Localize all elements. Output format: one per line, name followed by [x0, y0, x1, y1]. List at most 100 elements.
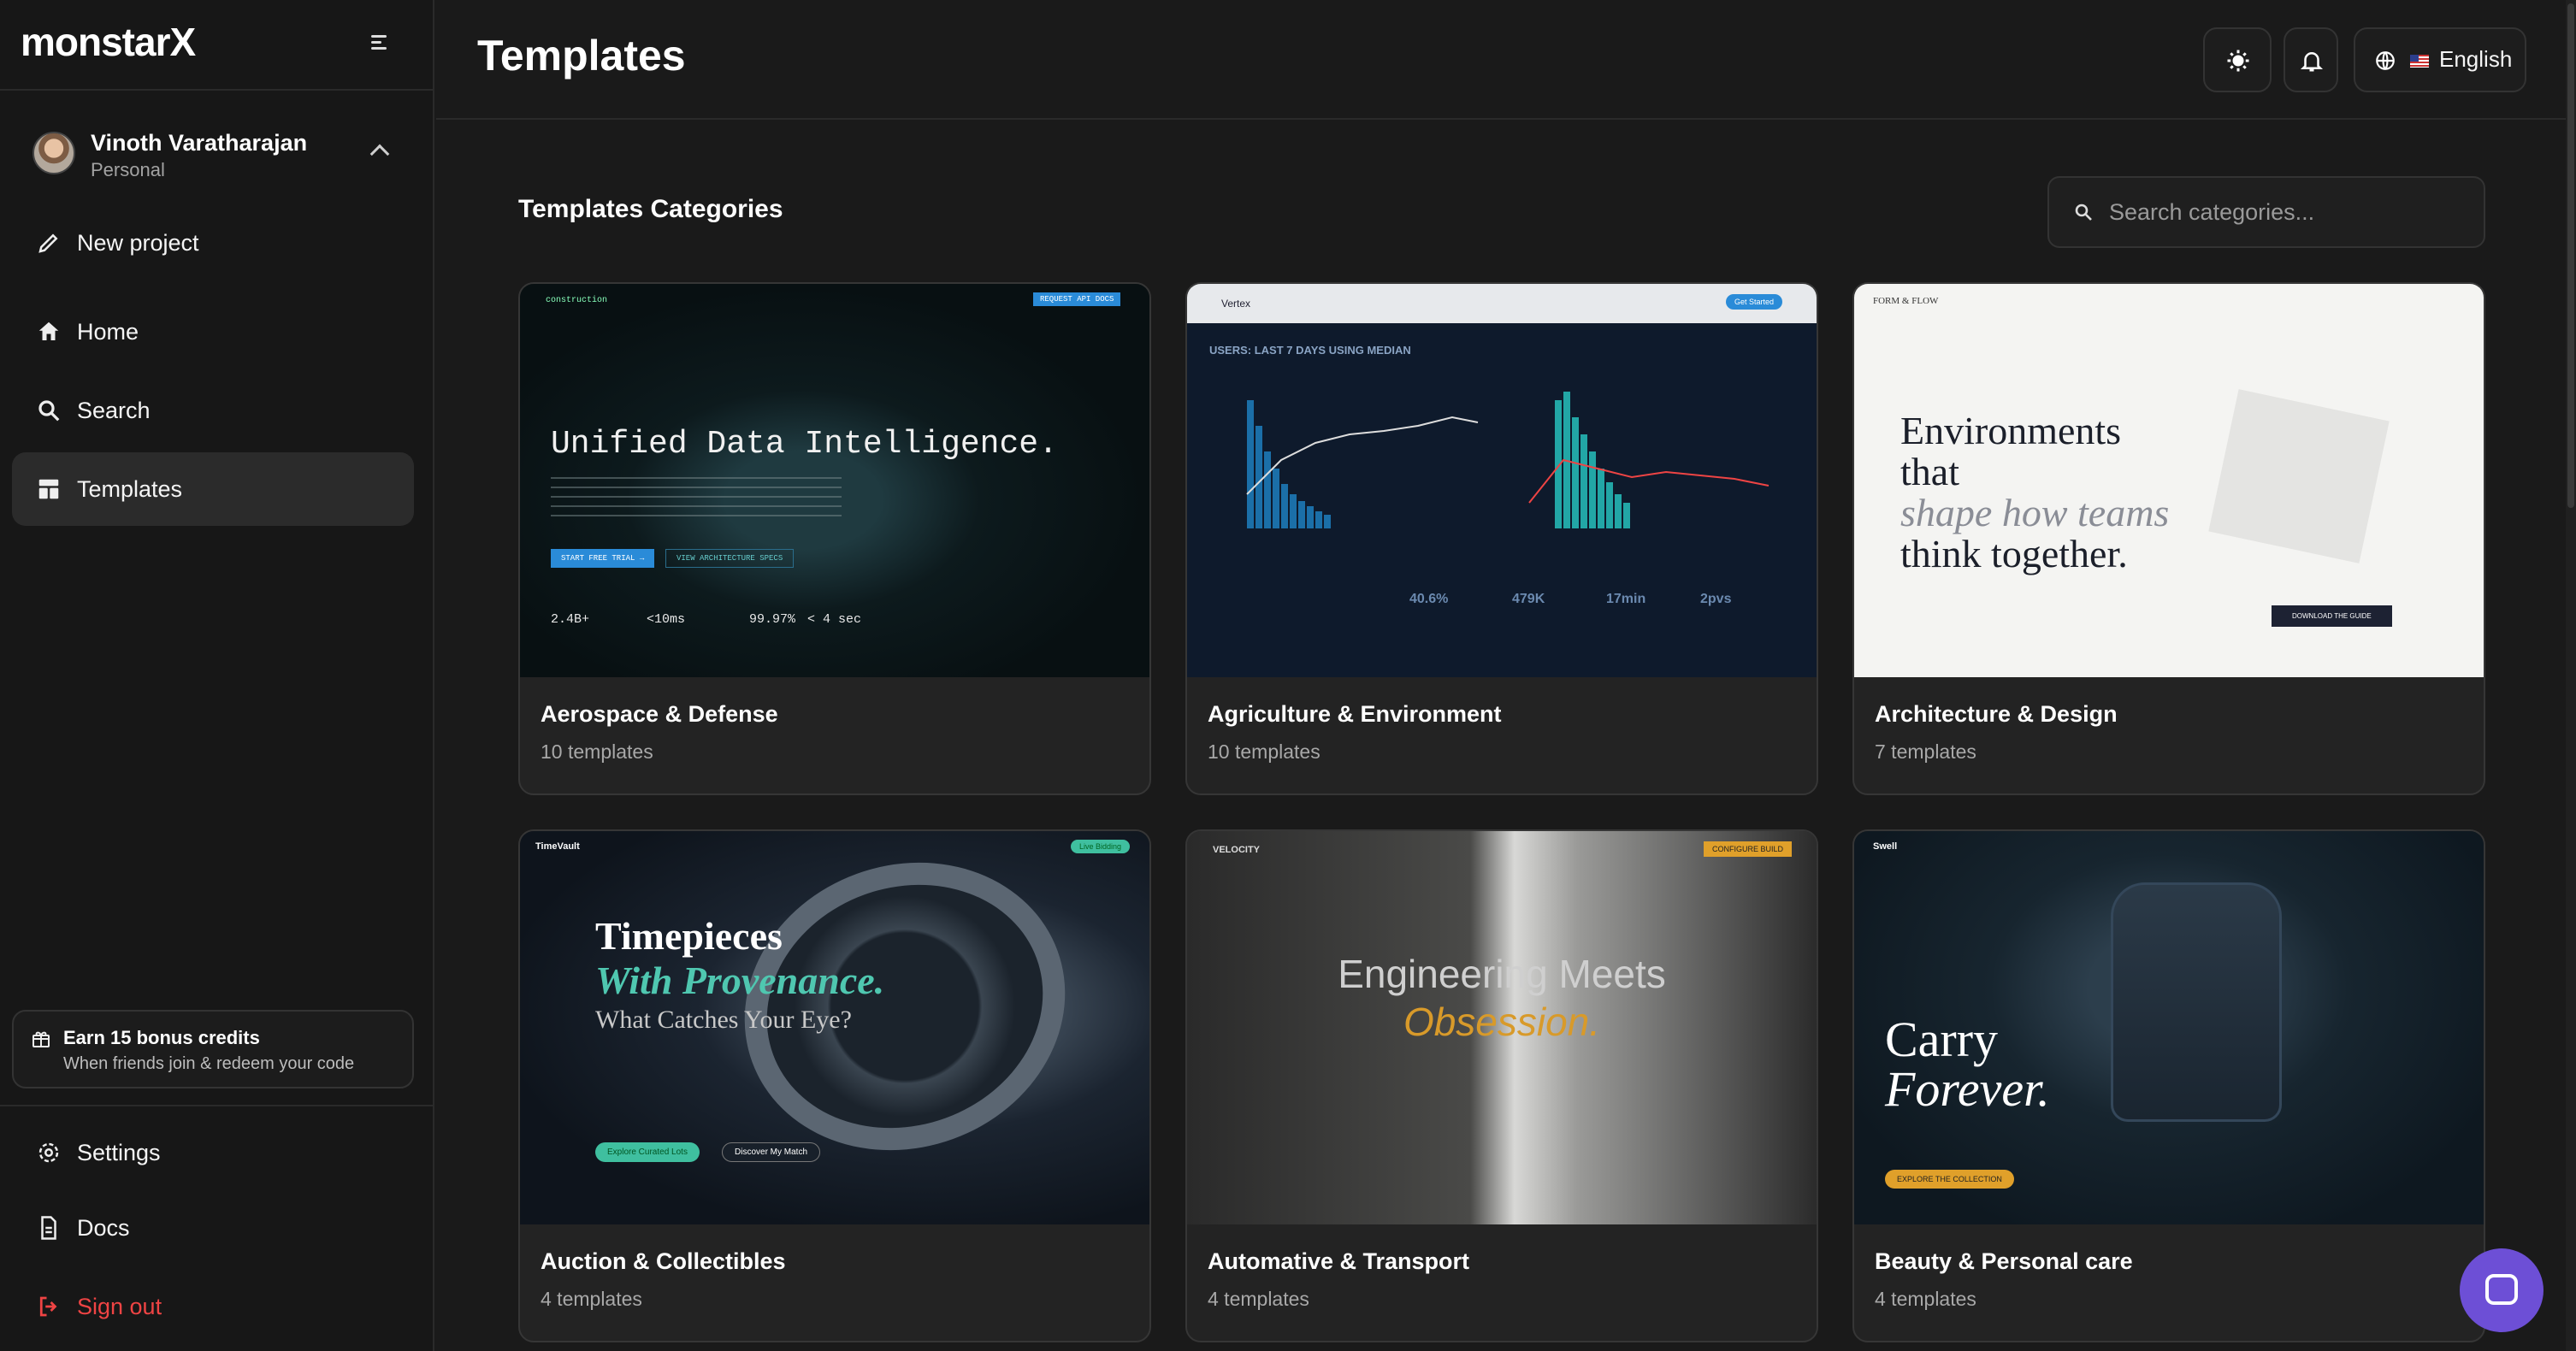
thumb-shape — [2208, 389, 2390, 563]
category-card[interactable]: VELOCITY CONFIGURE BUILD Engineering Mee… — [1185, 829, 1818, 1342]
logo[interactable]: monstarX — [21, 19, 196, 65]
sidebar-item-docs[interactable]: Docs — [12, 1191, 414, 1265]
thumbnail-architecture: FORM & FLOW Environments that shape how … — [1854, 284, 2484, 677]
thumb-badge: Live Bidding — [1071, 840, 1131, 853]
thumb-brand: VELOCITY — [1213, 845, 1261, 855]
chat-icon — [2485, 1274, 2518, 1305]
card-count: 4 templates — [1208, 1288, 1309, 1310]
user-switcher[interactable]: Vinoth Varatharajan Personal — [19, 115, 412, 197]
thumb-headline: Unified Data Intelligence. — [551, 426, 1058, 463]
thumb-stat: <10ms — [647, 612, 686, 627]
thumb-cta-secondary: VIEW ARCHITECTURE SPECS — [665, 549, 795, 568]
thumb-chart-right — [1528, 392, 1770, 528]
sidebar-item-settings[interactable]: Settings — [12, 1116, 414, 1189]
page-title: Templates — [477, 32, 686, 80]
category-card[interactable]: FORM & FLOW Environments that shape how … — [1852, 282, 2485, 795]
thumb-brand: TimeVault — [535, 841, 580, 852]
sidebar-item-templates[interactable]: Templates — [12, 452, 414, 526]
thumb-line: With Provenance. — [595, 959, 885, 1002]
thumb-line: Carry — [1885, 1012, 1999, 1067]
card-title: Automative & Transport — [1208, 1248, 1470, 1274]
top-header: Templates English — [436, 0, 2566, 120]
thumb-stat: 99.97% — [749, 612, 796, 627]
thumb-line: that — [1900, 450, 1959, 493]
language-selector[interactable]: English — [2354, 27, 2526, 92]
card-count: 10 templates — [1208, 740, 1320, 763]
thumbnail-automotive: VELOCITY CONFIGURE BUILD Engineering Mee… — [1187, 831, 1817, 1224]
category-search[interactable] — [2047, 176, 2485, 248]
thumb-metric: 2pvs — [1700, 592, 1732, 606]
referral-card[interactable]: Earn 15 bonus credits When friends join … — [12, 1010, 414, 1088]
category-card[interactable]: Swell Carry Forever. EXPLORE THE COLLECT… — [1852, 829, 2485, 1342]
sign-out-button[interactable]: Sign out — [12, 1270, 414, 1343]
notifications-button[interactable] — [2284, 27, 2338, 92]
thumb-line: Forever. — [1885, 1061, 2050, 1117]
thumb-brand: Swell — [1873, 841, 1898, 852]
thumb-cta: Explore Curated Lots — [595, 1142, 700, 1162]
language-label: English — [2439, 46, 2513, 72]
gift-icon — [32, 1031, 50, 1047]
nav-label: Search — [77, 397, 151, 423]
category-card[interactable]: Vertex Get Started USERS: LAST 7 DAYS US… — [1185, 282, 1818, 795]
thumb-brand: construction — [546, 296, 608, 305]
thumb-line: shape how teams — [1900, 491, 2170, 534]
gear-icon — [38, 1142, 59, 1163]
sign-out-icon — [39, 1296, 57, 1317]
scrollbar-thumb[interactable] — [2567, 3, 2574, 508]
thumb-cta: CONFIGURE BUILD — [1704, 841, 1793, 857]
thumb-stat: 2.4B+ — [551, 612, 590, 627]
nav-label: Sign out — [77, 1293, 162, 1319]
sidebar-item-home[interactable]: Home — [12, 295, 414, 369]
thumb-line: Obsession. — [1403, 1000, 1601, 1044]
card-count: 10 templates — [541, 740, 653, 763]
thumbnail-beauty: Swell Carry Forever. EXPLORE THE COLLECT… — [1854, 831, 2484, 1224]
thumb-brand: FORM & FLOW — [1873, 296, 1939, 306]
category-card[interactable]: construction REQUEST API DOCS Unified Da… — [518, 282, 1151, 795]
category-card[interactable]: TimeVault Live Bidding Timepieces With P… — [518, 829, 1151, 1342]
globe-icon — [2376, 51, 2395, 70]
thumb-cta: START FREE TRIAL → — [551, 549, 655, 568]
card-title: Aerospace & Defense — [541, 701, 778, 727]
search-icon — [2075, 204, 2092, 221]
nav-label: Settings — [77, 1139, 161, 1165]
nav-label: New project — [77, 229, 199, 256]
referral-title: Earn 15 bonus credits — [63, 1027, 260, 1048]
search-icon — [38, 400, 60, 422]
thumb-chart-left — [1246, 400, 1479, 528]
card-title: Architecture & Design — [1875, 701, 2118, 727]
logo-row: monstarX — [0, 0, 433, 91]
thumb-heading: USERS: LAST 7 DAYS USING MEDIAN — [1209, 344, 1411, 357]
sidebar-collapse-icon[interactable] — [366, 29, 392, 55]
thumb-stat: < 4 sec — [807, 612, 862, 627]
card-title: Auction & Collectibles — [541, 1248, 786, 1274]
home-icon — [38, 322, 59, 340]
sidebar-item-search[interactable]: Search — [12, 374, 414, 447]
document-icon — [41, 1216, 56, 1240]
thumb-line: Timepieces — [595, 914, 783, 958]
search-input[interactable] — [2109, 192, 2468, 233]
referral-subtitle: When friends join & redeem your code — [63, 1054, 355, 1073]
thumb-brand: Vertex — [1221, 298, 1251, 310]
thumb-cta: DOWNLOAD THE GUIDE — [2272, 605, 2392, 627]
thumb-cta: Get Started — [1726, 294, 1783, 310]
us-flag-icon — [2410, 55, 2429, 68]
thumb-line: think together. — [1900, 532, 2128, 575]
chevron-up-icon — [369, 144, 390, 164]
nav-label: Docs — [77, 1214, 130, 1241]
theme-toggle-button[interactable] — [2203, 27, 2272, 92]
nav-label: Templates — [77, 475, 183, 502]
new-project-button[interactable]: New project — [12, 206, 414, 280]
templates-icon — [38, 479, 59, 499]
thumb-backpack — [2111, 882, 2282, 1122]
section-title: Templates Categories — [518, 195, 783, 223]
thumb-metric: 479K — [1512, 592, 1545, 606]
thumb-line: What Catches Your Eye? — [595, 1006, 852, 1034]
thumb-body-lines — [551, 477, 842, 520]
nav-label: Home — [77, 318, 139, 345]
divider — [0, 1105, 433, 1106]
thumb-metric: 40.6% — [1409, 592, 1449, 606]
chat-widget-button[interactable] — [2460, 1248, 2544, 1332]
thumb-line: Environments — [1900, 409, 2122, 452]
user-workspace: Personal — [91, 159, 165, 180]
app-root: monstarX Vinoth Varatharajan Personal Ne… — [0, 0, 2576, 1351]
